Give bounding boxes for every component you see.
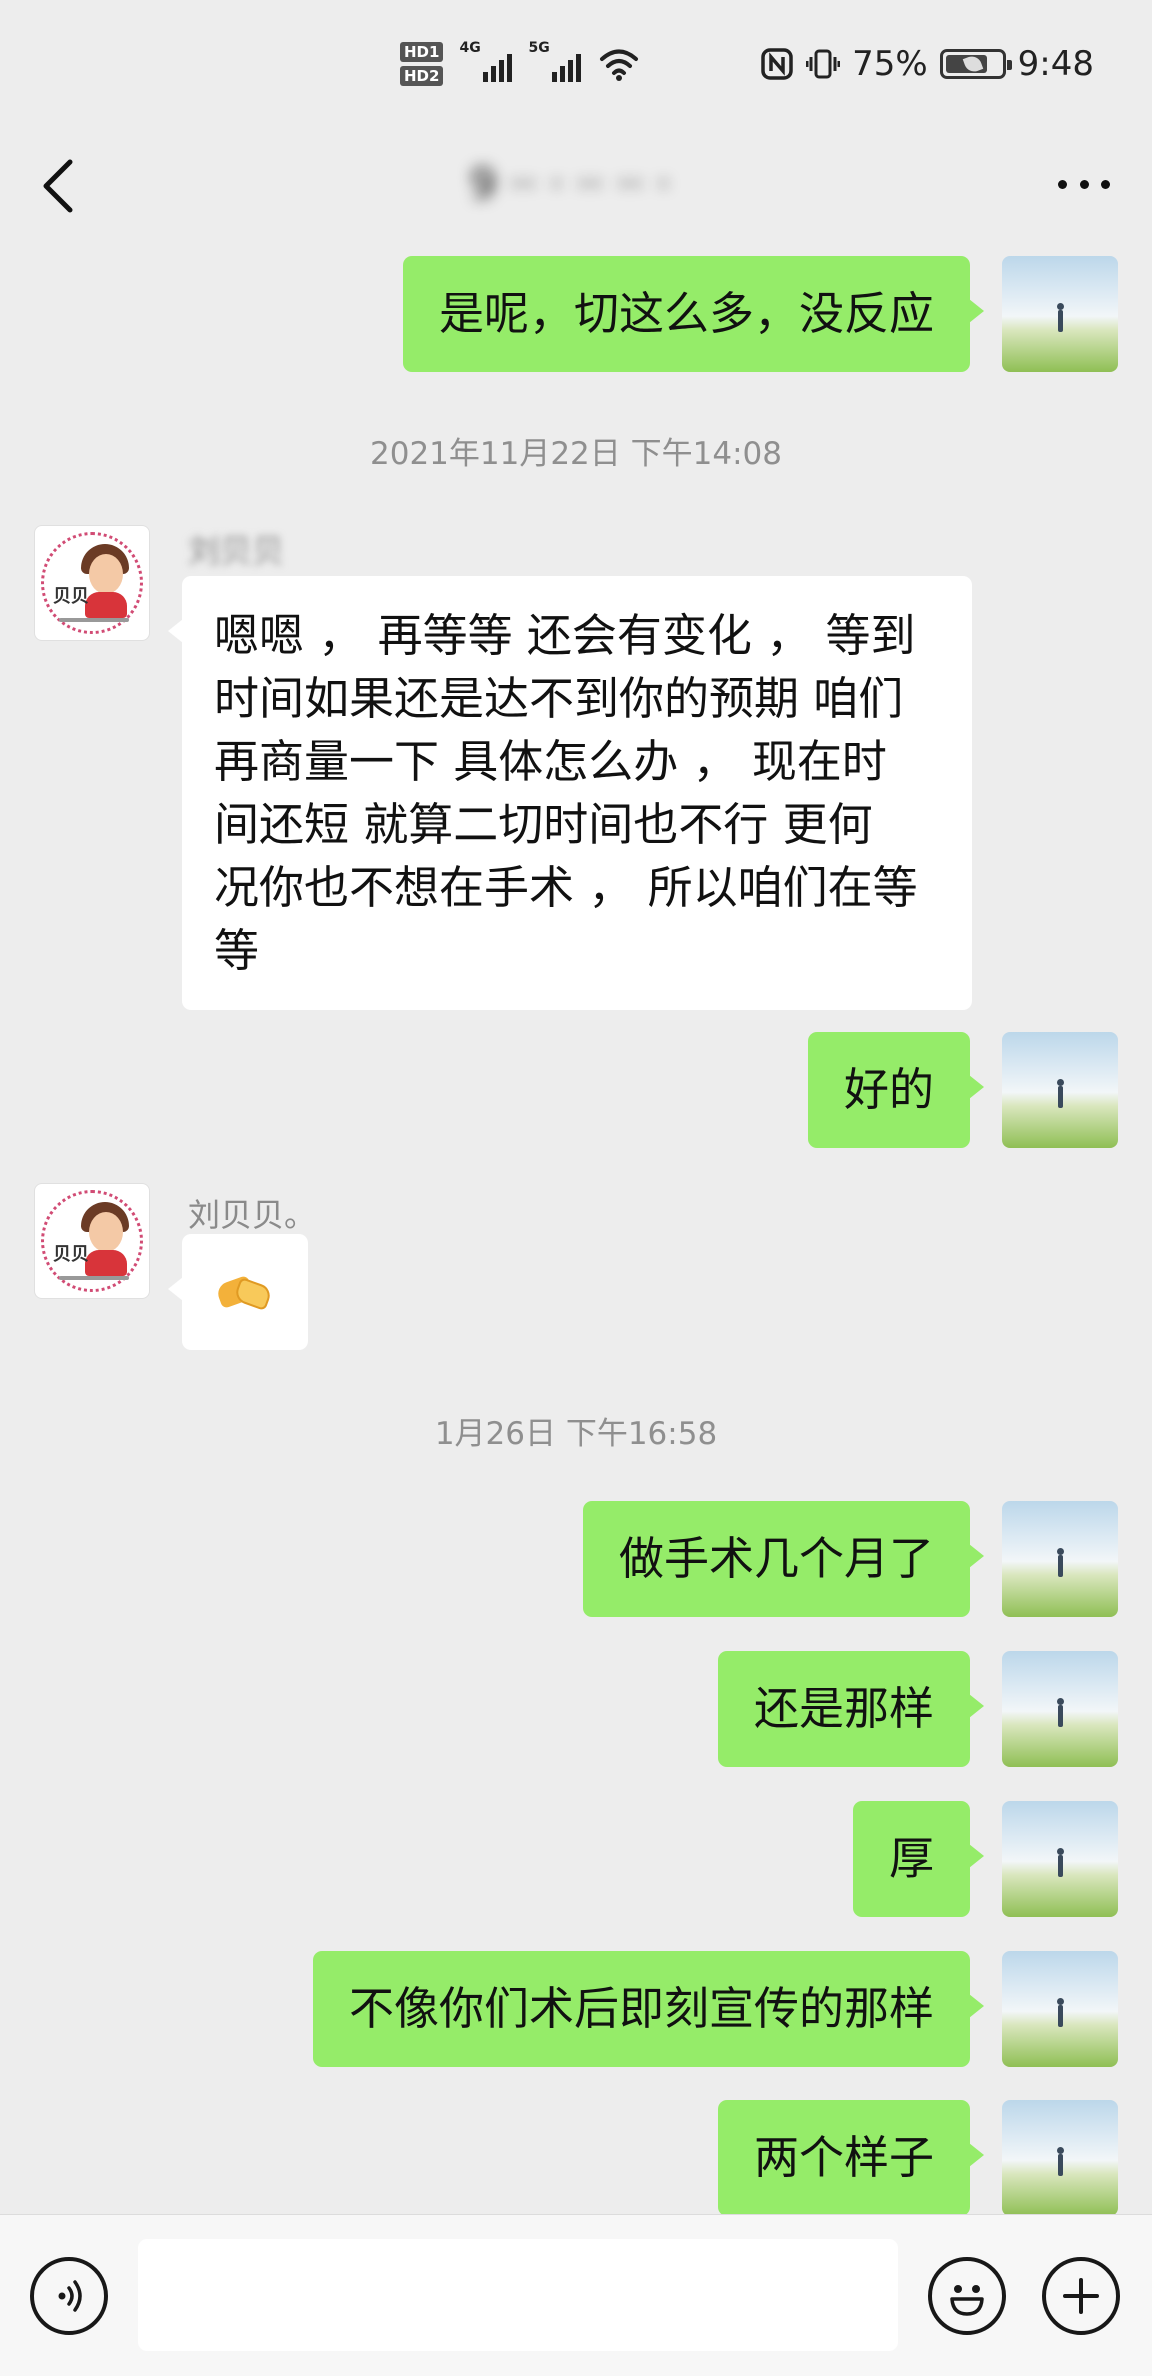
hd-badges: HD1 HD2 (400, 42, 444, 86)
sim1-network-label: 4G (459, 40, 481, 56)
chat-title: 9 ·· · ·· ·· · (469, 158, 671, 208)
handshake-icon (214, 1272, 274, 1312)
message-text: 不像你们术后即刻宣传的那样 (348, 1982, 934, 2035)
signal-sim2-icon: 5G (528, 40, 582, 82)
chevron-left-icon[interactable] (38, 156, 78, 216)
wifi-icon (600, 49, 639, 81)
battery-percent: 75% (852, 44, 928, 84)
timestamp: 1月26日 下午16:58 (434, 1416, 718, 1452)
message-line: 间还短 就算二切时间也不行 更何 (214, 798, 873, 851)
my-avatar[interactable] (1002, 1651, 1118, 1767)
chat-header: 9 ·· · ·· ·· · (0, 130, 1152, 248)
hd1-badge: HD1 (400, 42, 444, 62)
more-dots-icon[interactable] (1058, 176, 1110, 192)
my-avatar[interactable] (1002, 1032, 1118, 1148)
message-text: 两个样子 (753, 2131, 934, 2184)
plus-icon[interactable] (1042, 2257, 1120, 2335)
hd2-badge: HD2 (400, 66, 444, 86)
emoji-icon[interactable] (928, 2257, 1006, 2335)
clock: 9:48 (1017, 44, 1094, 84)
my-message-bubble[interactable]: 不像你们术后即刻宣传的那样 (312, 1951, 985, 2067)
status-bar: HD1 HD2 4G 5G 75% 9:48 (0, 0, 1152, 130)
contact-avatar[interactable]: 贝贝 (34, 525, 150, 641)
contact-message-bubble[interactable]: 嗯嗯 ， 再等等 还会有变化 ， 等到 时间如果还是达不到你的预期 咱们 再商量… (168, 576, 972, 1010)
contact-message-bubble[interactable] (168, 1234, 308, 1350)
message-input[interactable] (138, 2239, 898, 2351)
my-message-bubble[interactable]: 两个样子 (717, 2100, 985, 2216)
signal-sim1-icon: 4G (459, 40, 513, 82)
message-line: 嗯嗯 ， 再等等 还会有变化 ， 等到 (214, 609, 916, 662)
my-message-bubble[interactable]: 还是那样 (717, 1651, 985, 1767)
sim2-network-label: 5G (528, 40, 550, 56)
my-message-bubble[interactable]: 好的 (807, 1032, 985, 1148)
voice-icon[interactable] (30, 2257, 108, 2335)
input-bar (0, 2214, 1152, 2376)
my-avatar[interactable] (1002, 1501, 1118, 1617)
status-indicators: HD1 HD2 4G 5G (400, 36, 639, 92)
my-message-bubble[interactable]: 是呢，切这么多，没反应 (402, 256, 985, 372)
my-message-bubble[interactable]: 做手术几个月了 (582, 1501, 985, 1617)
message-text: 好的 (843, 1063, 934, 1116)
timestamp: 2021年11月22日 下午14:08 (370, 436, 782, 472)
status-right: 75% 9:48 (760, 44, 1094, 84)
my-avatar[interactable] (1002, 1801, 1118, 1917)
contact-avatar[interactable]: 贝贝 (34, 1183, 150, 1299)
sender-name: 刘贝贝。 (188, 1196, 317, 1234)
message-text: 厚 (888, 1832, 934, 1885)
my-avatar[interactable] (1002, 256, 1118, 372)
my-avatar[interactable] (1002, 1951, 1118, 2067)
message-line: 况你也不想在手术 ， 所以咱们在等 (214, 861, 918, 914)
message-line: 时间如果还是达不到你的预期 咱们 (214, 672, 904, 725)
message-line: 再商量一下 具体怎么办 ， 现在时 (214, 735, 887, 788)
message-text: 是呢，切这么多，没反应 (438, 287, 934, 340)
my-avatar[interactable] (1002, 2100, 1118, 2216)
nfc-icon (761, 48, 793, 80)
vibrate-icon (806, 49, 841, 79)
message-text: 做手术几个月了 (618, 1532, 934, 1585)
message-text: 还是那样 (753, 1682, 934, 1735)
my-message-bubble[interactable]: 厚 (852, 1801, 985, 1917)
sender-name: 刘贝贝 (188, 532, 285, 570)
battery-icon (939, 49, 1012, 79)
message-line: 等 (214, 924, 260, 977)
